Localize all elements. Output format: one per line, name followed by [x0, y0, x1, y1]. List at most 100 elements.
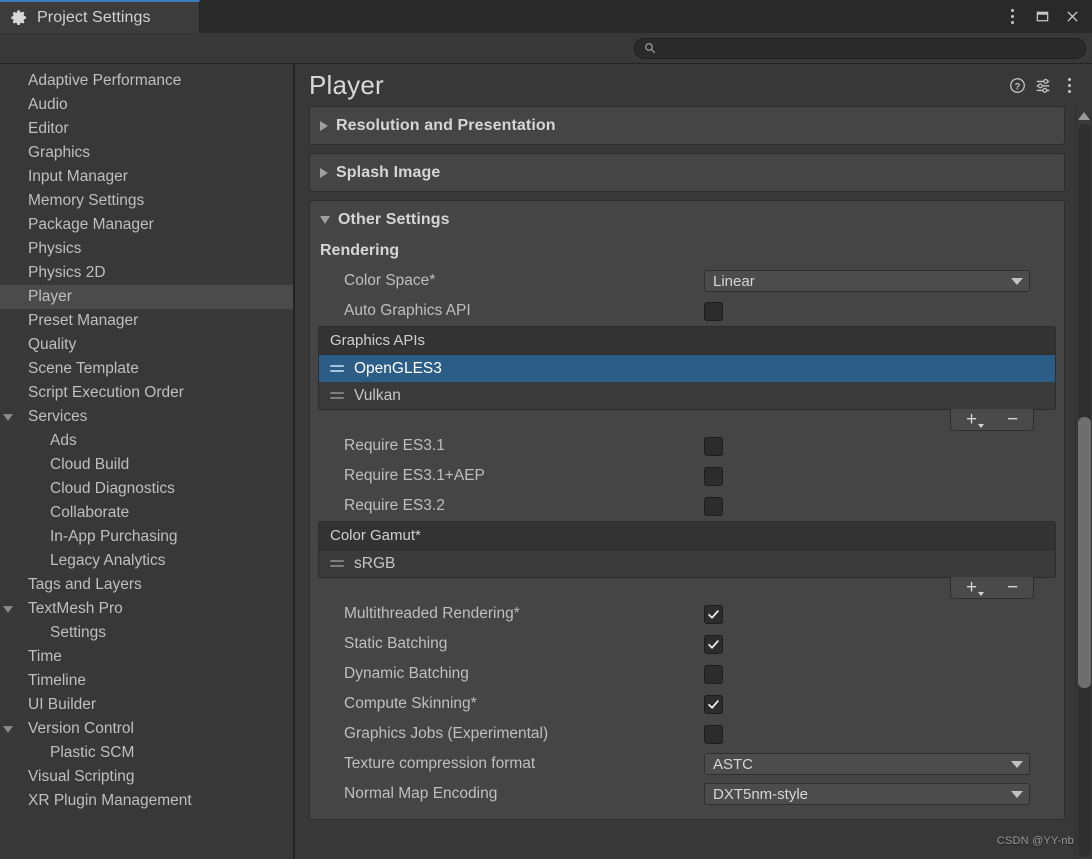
triangle-down-icon: [3, 725, 13, 733]
drag-handle-icon[interactable]: [330, 560, 344, 567]
checkbox-dynamic-batching[interactable]: [704, 664, 723, 684]
plus-icon: +: [965, 577, 978, 598]
sidebar-item-settings[interactable]: Settings: [0, 621, 294, 645]
sidebar-item-quality[interactable]: Quality: [0, 333, 294, 357]
sidebar-item-legacy-analytics[interactable]: Legacy Analytics: [0, 549, 294, 573]
triangle-down-icon: [3, 413, 13, 421]
sidebar-item-adaptive-performance[interactable]: Adaptive Performance: [0, 69, 294, 93]
sidebar-item-preset-manager[interactable]: Preset Manager: [0, 309, 294, 333]
chevron-down-icon[interactable]: [0, 725, 16, 733]
checkbox-compute-skinning[interactable]: [704, 694, 723, 714]
remove-item-button[interactable]: −: [996, 410, 1030, 430]
scroll-up-button[interactable]: [1077, 108, 1092, 124]
sidebar-item-timeline[interactable]: Timeline: [0, 669, 294, 693]
checkbox-require-es3-2[interactable]: [704, 496, 723, 516]
foldout-header-other-settings[interactable]: Other Settings: [310, 201, 1064, 238]
property-field: [704, 724, 1064, 744]
maximize-button[interactable]: [1028, 3, 1056, 31]
sidebar-item-label: In-App Purchasing: [50, 528, 178, 545]
sidebar-item-textmesh-pro[interactable]: TextMesh Pro: [0, 597, 294, 621]
property-label: Compute Skinning*: [344, 695, 477, 712]
chevron-down-icon[interactable]: [0, 605, 16, 613]
checkbox-require-es3-1-aep[interactable]: [704, 466, 723, 486]
dropdown-normal-map-encoding[interactable]: DXT5nm-style: [704, 783, 1030, 805]
scroll-thumb[interactable]: [1077, 417, 1091, 689]
sidebar-item-label: Visual Scripting: [28, 768, 135, 785]
sidebar-item-ui-builder[interactable]: UI Builder: [0, 693, 294, 717]
sidebar-item-xr-plugin-management[interactable]: XR Plugin Management: [0, 789, 294, 813]
list-item-label: OpenGLES3: [354, 359, 442, 377]
checkbox-auto-graphics-api[interactable]: [704, 301, 723, 321]
sidebar-item-package-manager[interactable]: Package Manager: [0, 213, 294, 237]
checkbox-static-batching[interactable]: [704, 634, 723, 654]
window-menu-button[interactable]: [998, 3, 1026, 31]
tab-project-settings[interactable]: Project Settings: [0, 0, 200, 33]
checkbox-multithreaded-rendering[interactable]: [704, 604, 723, 624]
sidebar-item-scene-template[interactable]: Scene Template: [0, 357, 294, 381]
search-box[interactable]: [634, 37, 1086, 59]
property-row-require-es3-1: Require ES3.1: [310, 431, 1064, 461]
sidebar-item-time[interactable]: Time: [0, 645, 294, 669]
sidebar-item-input-manager[interactable]: Input Manager: [0, 165, 294, 189]
sidebar-item-physics-2d[interactable]: Physics 2D: [0, 261, 294, 285]
property-label: Color Space*: [344, 272, 436, 289]
list-item[interactable]: sRGB: [319, 550, 1055, 577]
chevron-down-icon[interactable]: [0, 413, 16, 421]
sidebar-item-player[interactable]: Player: [0, 285, 294, 309]
sidebar-item-cloud-build[interactable]: Cloud Build: [0, 453, 294, 477]
property-label: Require ES3.1+AEP: [344, 467, 485, 484]
dropdown-color-space[interactable]: Linear: [704, 270, 1030, 292]
sidebar-item-cloud-diagnostics[interactable]: Cloud Diagnostics: [0, 477, 294, 501]
list-item[interactable]: Vulkan: [319, 382, 1055, 409]
property-label: Texture compression format: [344, 755, 536, 772]
triangle-right-icon: [320, 120, 328, 131]
sidebar-item-audio[interactable]: Audio: [0, 93, 294, 117]
property-field: [704, 604, 1064, 624]
panel-menu-button[interactable]: [1056, 72, 1082, 98]
drag-handle-icon[interactable]: [330, 392, 344, 399]
foldout-header-splash-image[interactable]: Splash Image: [310, 154, 1064, 191]
close-button[interactable]: [1058, 3, 1086, 31]
sidebar-item-memory-settings[interactable]: Memory Settings: [0, 189, 294, 213]
sidebar-item-visual-scripting[interactable]: Visual Scripting: [0, 765, 294, 789]
checkbox-graphics-jobs-experimental[interactable]: [704, 724, 723, 744]
list-item[interactable]: OpenGLES3: [319, 355, 1055, 382]
sidebar-item-label: Quality: [28, 336, 77, 353]
checkbox-require-es3-1[interactable]: [704, 436, 723, 456]
search-input[interactable]: [662, 41, 1076, 55]
scroll-track[interactable]: [1077, 124, 1091, 857]
help-button[interactable]: ?: [1004, 72, 1030, 98]
sidebar-item-graphics[interactable]: Graphics: [0, 141, 294, 165]
property-label: Require ES3.1: [344, 437, 445, 454]
sidebar-item-editor[interactable]: Editor: [0, 117, 294, 141]
search-icon: [645, 43, 656, 54]
dropdown-texture-compression-format[interactable]: ASTC: [704, 753, 1030, 775]
sidebar-item-label: Preset Manager: [28, 312, 139, 329]
sidebar-item-label: Physics: [28, 240, 82, 257]
sidebar-item-script-execution-order[interactable]: Script Execution Order: [0, 381, 294, 405]
add-item-button[interactable]: +: [955, 578, 989, 598]
vertical-scrollbar[interactable]: [1075, 106, 1092, 859]
sidebar-item-label: Timeline: [28, 672, 86, 689]
remove-item-button[interactable]: −: [996, 578, 1030, 598]
sidebar-item-tags-and-layers[interactable]: Tags and Layers: [0, 573, 294, 597]
sidebar-item-ads[interactable]: Ads: [0, 429, 294, 453]
property-field: DXT5nm-style: [704, 783, 1064, 805]
sidebar-item-in-app-purchasing[interactable]: In-App Purchasing: [0, 525, 294, 549]
add-item-button[interactable]: +: [955, 410, 989, 430]
property-row-require-es3-1-aep: Require ES3.1+AEP: [310, 461, 1064, 491]
sidebar-item-collaborate[interactable]: Collaborate: [0, 501, 294, 525]
sidebar-item-physics[interactable]: Physics: [0, 237, 294, 261]
drag-handle-icon[interactable]: [330, 365, 344, 372]
foldout-header-resolution-and-presentation[interactable]: Resolution and Presentation: [310, 107, 1064, 144]
sidebar-item-version-control[interactable]: Version Control: [0, 717, 294, 741]
property-label: Normal Map Encoding: [344, 785, 498, 802]
property-row-auto-graphics-api: Auto Graphics API: [310, 296, 1064, 326]
sidebar-item-label: Package Manager: [28, 216, 154, 233]
preset-button[interactable]: [1030, 72, 1056, 98]
settings-sidebar[interactable]: Adaptive Performance Audio Editor Graphics I…: [0, 64, 295, 859]
sidebar-item-plastic-scm[interactable]: Plastic SCM: [0, 741, 294, 765]
sidebar-item-services[interactable]: Services: [0, 405, 294, 429]
property-label: Auto Graphics API: [344, 302, 471, 319]
window-controls: [998, 0, 1092, 33]
